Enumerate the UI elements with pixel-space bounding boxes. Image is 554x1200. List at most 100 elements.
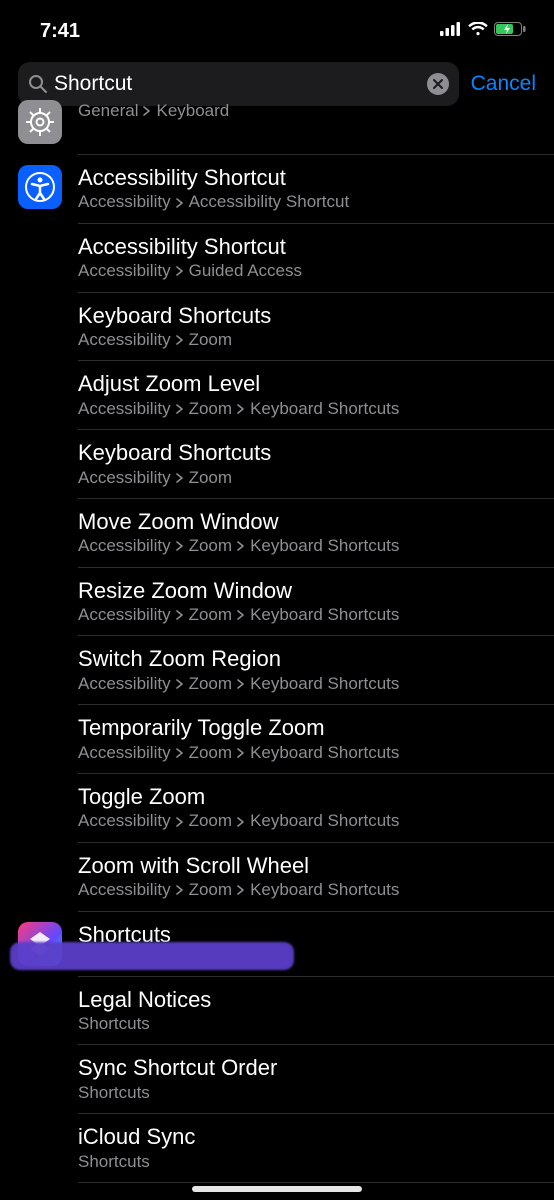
battery-icon: [494, 22, 526, 41]
result-text: iCloud SyncShortcuts: [78, 1124, 536, 1172]
result-row[interactable]: Resize Zoom WindowAccessibility Zoom Key…: [0, 568, 554, 636]
result-text: Move Zoom WindowAccessibility Zoom Keybo…: [78, 509, 536, 557]
result-path: Accessibility Zoom Keyboard Shortcuts: [78, 399, 536, 419]
result-text: Keyboard ShortcutsAccessibility Zoom: [78, 303, 536, 351]
result-row[interactable]: Toggle ZoomAccessibility Zoom Keyboard S…: [0, 774, 554, 842]
result-text: Zoom with Scroll WheelAccessibility Zoom…: [78, 853, 536, 901]
path-segment: Accessibility Shortcut: [189, 192, 350, 212]
result-text: General Keyboard: [78, 100, 536, 121]
result-title: Sync Shortcut Order: [78, 1055, 536, 1081]
result-row[interactable]: Switch Zoom RegionAccessibility Zoom Key…: [0, 636, 554, 704]
result-row[interactable]: Accessibility ShortcutAccessibility Acce…: [0, 155, 554, 223]
result-title: Resize Zoom Window: [78, 578, 536, 604]
path-segment: Accessibility: [78, 811, 171, 831]
path-segment: Zoom: [189, 880, 232, 900]
result-text: Accessibility ShortcutAccessibility Acce…: [78, 165, 536, 213]
result-path: Accessibility Zoom: [78, 330, 536, 350]
result-path: Accessibility Accessibility Shortcut: [78, 192, 536, 212]
path-segment: Accessibility: [78, 468, 171, 488]
path-segment: Keyboard: [156, 101, 229, 121]
result-text: Adjust Zoom LevelAccessibility Zoom Keyb…: [78, 371, 536, 419]
result-row[interactable]: Move Zoom WindowAccessibility Zoom Keybo…: [0, 499, 554, 567]
result-text: Resize Zoom WindowAccessibility Zoom Key…: [78, 578, 536, 626]
home-indicator: [192, 1186, 362, 1192]
result-path: Accessibility Zoom Keyboard Shortcuts: [78, 743, 536, 763]
path-segment: Zoom: [189, 605, 232, 625]
status-icons: [440, 22, 526, 41]
path-segment: Guided Access: [189, 261, 302, 281]
result-row[interactable]: Temporarily Toggle ZoomAccessibility Zoo…: [0, 705, 554, 773]
result-text: Temporarily Toggle ZoomAccessibility Zoo…: [78, 715, 536, 763]
result-row[interactable]: Keyboard ShortcutsAccessibility Zoom: [0, 430, 554, 498]
result-text: Switch Zoom RegionAccessibility Zoom Key…: [78, 646, 536, 694]
search-input[interactable]: Shortcut: [54, 72, 427, 96]
result-path: Shortcuts: [78, 1014, 536, 1034]
path-segment: Keyboard Shortcuts: [250, 605, 399, 625]
result-title: Zoom with Scroll Wheel: [78, 853, 536, 879]
result-path: Accessibility Guided Access: [78, 261, 536, 281]
result-path: Accessibility Zoom: [78, 468, 536, 488]
path-segment: Accessibility: [78, 536, 171, 556]
path-segment: Accessibility: [78, 399, 171, 419]
result-text: Legal NoticesShortcuts: [78, 987, 536, 1035]
result-text: Keyboard ShortcutsAccessibility Zoom: [78, 440, 536, 488]
result-row[interactable]: Accessibility ShortcutAccessibility Guid…: [0, 224, 554, 292]
result-title: Keyboard Shortcuts: [78, 303, 536, 329]
result-title: Temporarily Toggle Zoom: [78, 715, 536, 741]
separator: [78, 1182, 554, 1183]
result-path: Shortcuts: [78, 1083, 536, 1103]
path-segment: Accessibility: [78, 261, 171, 281]
result-title: Accessibility Shortcut: [78, 234, 536, 260]
result-row[interactable]: Zoom with Scroll WheelAccessibility Zoom…: [0, 843, 554, 911]
result-text: Accessibility ShortcutAccessibility Guid…: [78, 234, 536, 282]
access-icon: [18, 165, 62, 209]
path-segment: Zoom: [189, 536, 232, 556]
result-title: Keyboard Shortcuts: [78, 440, 536, 466]
result-text: Sync Shortcut OrderShortcuts: [78, 1055, 536, 1103]
result-row[interactable]: Keyboard ShortcutsAccessibility Zoom: [0, 293, 554, 361]
path-segment: Accessibility: [78, 330, 171, 350]
result-row[interactable]: Legal NoticesShortcuts: [0, 977, 554, 1045]
result-row[interactable]: iCloud SyncShortcuts: [0, 1114, 554, 1182]
result-path: General Keyboard: [78, 101, 536, 121]
status-time: 7:41: [40, 20, 80, 43]
path-segment: Accessibility: [78, 192, 171, 212]
path-segment: Keyboard Shortcuts: [250, 880, 399, 900]
cancel-button[interactable]: Cancel: [471, 72, 536, 96]
path-segment: Keyboard Shortcuts: [250, 536, 399, 556]
result-path: Accessibility Zoom Keyboard Shortcuts: [78, 536, 536, 556]
clear-icon[interactable]: [427, 73, 449, 95]
gear-icon: [18, 100, 62, 144]
result-title: Move Zoom Window: [78, 509, 536, 535]
search-icon: [28, 74, 48, 94]
path-segment: Keyboard Shortcuts: [250, 674, 399, 694]
result-path: Accessibility Zoom Keyboard Shortcuts: [78, 674, 536, 694]
result-title: Switch Zoom Region: [78, 646, 536, 672]
redaction-smudge: [10, 942, 294, 970]
path-segment: Keyboard Shortcuts: [250, 743, 399, 763]
path-segment: Accessibility: [78, 674, 171, 694]
path-segment: Shortcuts: [78, 1083, 150, 1103]
path-segment: Zoom: [189, 811, 232, 831]
path-segment: Zoom: [189, 399, 232, 419]
cellular-icon: [440, 22, 462, 41]
path-segment: Zoom: [189, 468, 232, 488]
path-segment: Accessibility: [78, 743, 171, 763]
result-title: Adjust Zoom Level: [78, 371, 536, 397]
path-segment: Keyboard Shortcuts: [250, 811, 399, 831]
result-row[interactable]: Sync Shortcut OrderShortcuts: [0, 1045, 554, 1113]
search-results: General KeyboardAccessibility ShortcutAc…: [0, 100, 554, 1183]
wifi-icon: [468, 22, 488, 41]
result-title: iCloud Sync: [78, 1124, 536, 1150]
result-path: Accessibility Zoom Keyboard Shortcuts: [78, 880, 536, 900]
result-title: Legal Notices: [78, 987, 536, 1013]
result-title: Accessibility Shortcut: [78, 165, 536, 191]
path-segment: Accessibility: [78, 605, 171, 625]
result-path: Accessibility Zoom Keyboard Shortcuts: [78, 811, 536, 831]
result-path: Shortcuts: [78, 1152, 536, 1172]
path-segment: General: [78, 101, 138, 121]
result-row[interactable]: General Keyboard: [0, 100, 554, 154]
result-row[interactable]: Adjust Zoom LevelAccessibility Zoom Keyb…: [0, 361, 554, 429]
path-segment: Zoom: [189, 674, 232, 694]
result-path: Accessibility Zoom Keyboard Shortcuts: [78, 605, 536, 625]
